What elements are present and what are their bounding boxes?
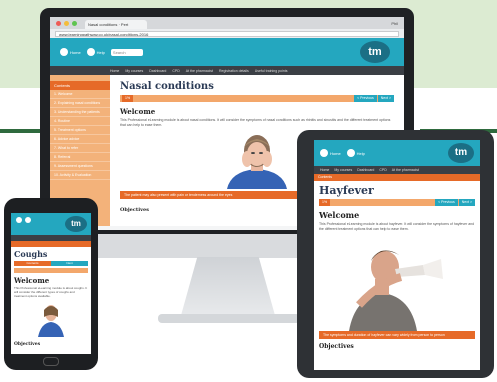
address-bar: www.learningpathway.co.uk/nasal-conditio… [50,29,404,38]
woman-coughing-image [14,301,88,337]
previous-button[interactable]: < Previous [435,199,458,206]
sidebar-item[interactable]: 1. Welcome [50,90,110,99]
tablet-nav: Home My courses Dashboard CPD At the pha… [314,166,480,174]
nav-item-dashboard[interactable]: Dashboard [149,69,166,73]
monitor-stand [180,257,276,319]
tm-logo[interactable]: tm [448,143,474,163]
sidebar-item[interactable]: 5. Treatment options [50,126,110,135]
tablet-device: Home Help tm Home My courses Dashboard C… [297,130,494,378]
sidebar-item[interactable]: 7. What to refer [50,144,110,153]
site-header: Home Help Search tm [50,38,404,66]
next-button[interactable]: Next > [458,199,475,206]
help-icon[interactable] [25,217,31,223]
nav-item-pharmacist[interactable]: At the pharmacist [392,168,419,172]
progress-bar: 1% < Previous Next > [120,95,394,102]
next-button[interactable]: Next > [377,95,394,102]
header-help-link[interactable]: Help [86,48,105,56]
nav-item-dashboard[interactable]: Dashboard [357,168,374,172]
tm-logo[interactable]: tm [360,41,390,63]
browser-tab[interactable]: Nasal conditions · Pert [85,20,147,29]
tm-logo[interactable]: tm [65,216,87,232]
url-input[interactable]: www.learningpathway.co.uk/nasal-conditio… [55,30,399,37]
header-home-link[interactable]: Home [60,48,81,56]
welcome-heading: Welcome [319,210,360,220]
nav-item-cpd[interactable]: CPD [379,168,386,172]
marketing-composite: Nasal conditions · Pert Phil www.learnin… [0,0,497,382]
page-title: Coughs [14,249,48,259]
image-caption: The symptoms and duration of hayfever ca… [319,331,475,339]
progress-bar: 1% < Previous Next > [319,199,475,206]
welcome-heading: Welcome [120,107,156,116]
page-title: Nasal conditions [120,81,214,92]
sidebar-item[interactable]: 3. Understanding the patients [50,108,110,117]
home-icon [60,48,68,56]
contents-toggle[interactable]: Contents [314,174,480,181]
phone-screen: tm Coughs Contents Next Welcome This Pro… [11,213,91,354]
nav-item-pharmacist[interactable]: At the pharmacist [186,69,213,73]
phone-tabs: Contents Next [14,261,88,266]
help-icon [86,48,95,56]
browser-tab-bar: Nasal conditions · Pert Phil [50,17,404,29]
objectives-heading: Objectives [319,343,354,350]
tab-contents[interactable]: Contents [14,261,51,266]
phone-header: tm [11,213,91,235]
nav-item-cpd[interactable]: CPD [172,69,179,73]
sidebar-item[interactable]: 6. Advice advice [50,135,110,144]
objectives-heading: Objectives [14,342,41,347]
minimize-window-icon[interactable] [64,21,69,26]
window-controls [56,21,77,26]
man-sneezing-image [319,235,475,331]
woman-holding-face-image [209,133,305,189]
sidebar-item[interactable]: 9. Assessment questions [50,162,110,171]
page-title: Hayfever [319,184,374,197]
sidebar-item[interactable]: 4. Routine [50,117,110,126]
tablet-header: Home Help tm [314,140,480,166]
maximize-window-icon[interactable] [72,21,77,26]
home-label: Home [70,49,81,55]
nav-item-home[interactable]: Home [110,69,119,73]
tablet-home-link[interactable]: Home [320,149,341,157]
help-label: Help [96,49,105,55]
home-button[interactable] [43,357,59,366]
help-icon [346,149,355,157]
sidebar-item[interactable]: 10. Activity & Evaluation [50,171,110,180]
close-window-icon[interactable] [56,21,61,26]
intro-text: This Professional eLearning module is ab… [120,118,391,127]
nav-item-training[interactable]: Useful training points [255,69,288,73]
browser-user-label[interactable]: Phil [391,21,398,26]
search-input[interactable]: Search [110,48,143,56]
monitor-base [158,314,300,323]
previous-button[interactable]: < Previous [354,95,377,102]
home-icon[interactable] [16,217,22,223]
sidebar-item[interactable]: 2. Explaining nasal conditions [50,99,110,108]
tab-next[interactable]: Next [51,261,88,266]
nav-item-registration[interactable]: Registration details [219,69,249,73]
intro-text: This Professional eLearning module is ab… [319,222,475,231]
tablet-screen: Home Help tm Home My courses Dashboard C… [314,140,480,370]
progress-label: 1% [122,95,134,102]
intro-text: This Professional eLearning module is ab… [14,286,88,298]
home-label: Home [330,150,341,156]
nav-item-home[interactable]: Home [320,168,329,172]
home-icon [320,149,328,157]
phone-device: tm Coughs Contents Next Welcome This Pro… [4,198,98,370]
welcome-heading: Welcome [14,276,50,285]
tablet-help-link[interactable]: Help [346,149,365,157]
nav-item-my-courses[interactable]: My courses [125,69,143,73]
nav-item-my-courses[interactable]: My courses [334,168,352,172]
sidebar-item[interactable]: 8. Referral [50,153,110,162]
phone-header-icons [16,217,31,223]
sidebar-heading: Contents [50,81,110,90]
help-label: Help [356,150,365,156]
progress-label: 1% [319,199,331,206]
main-nav: Home My courses Dashboard CPD At the pha… [50,66,404,75]
